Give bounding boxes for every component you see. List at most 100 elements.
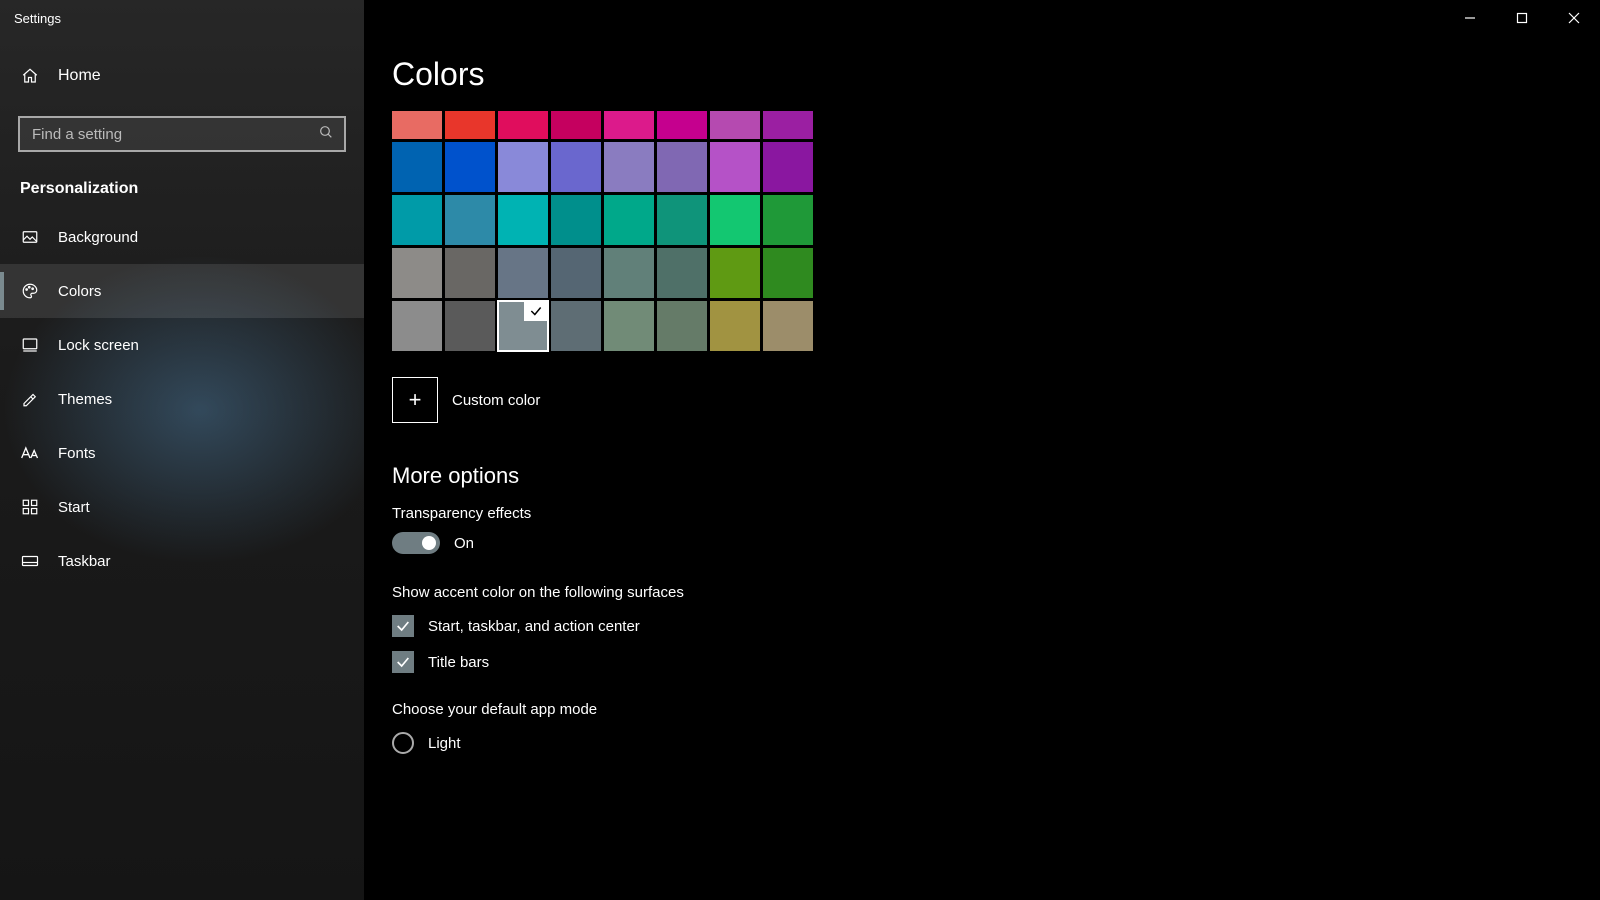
color-palette — [392, 111, 813, 351]
main-content: Colors + Custom color More options Trans… — [364, 0, 1600, 900]
color-swatch[interactable] — [445, 195, 495, 245]
sidebar-item-label: Colors — [58, 283, 101, 300]
sidebar-home-label: Home — [58, 67, 101, 85]
close-icon — [1568, 12, 1580, 24]
color-swatch[interactable] — [657, 142, 707, 192]
search-input[interactable] — [30, 125, 318, 144]
minimize-icon — [1464, 12, 1476, 24]
accent-surfaces-label: Show accent color on the following surfa… — [392, 584, 1600, 601]
color-swatch[interactable] — [445, 301, 495, 351]
custom-color-button[interactable]: + Custom color — [392, 377, 1600, 423]
color-swatch[interactable] — [710, 301, 760, 351]
color-swatch[interactable] — [604, 142, 654, 192]
color-swatch[interactable] — [445, 142, 495, 192]
color-swatch[interactable] — [498, 301, 548, 351]
colors-icon — [20, 282, 40, 300]
color-swatch[interactable] — [551, 195, 601, 245]
color-swatch[interactable] — [392, 195, 442, 245]
color-swatch[interactable] — [604, 111, 654, 139]
checkbox-label: Title bars — [428, 654, 489, 671]
toggle-knob — [422, 536, 436, 550]
color-swatch[interactable] — [551, 142, 601, 192]
sidebar-item-label: Background — [58, 229, 138, 246]
custom-color-label: Custom color — [452, 392, 540, 409]
color-swatch[interactable] — [392, 301, 442, 351]
color-swatch[interactable] — [498, 111, 548, 139]
page-title: Colors — [392, 56, 1600, 93]
transparency-toggle[interactable] — [392, 532, 440, 554]
color-swatch[interactable] — [551, 111, 601, 139]
radio-light[interactable] — [392, 732, 414, 754]
color-swatch[interactable] — [392, 248, 442, 298]
checkbox-row-start-taskbar-ac: Start, taskbar, and action center — [392, 615, 1600, 637]
color-swatch[interactable] — [657, 195, 707, 245]
sidebar-item-label: Taskbar — [58, 553, 111, 570]
color-swatch[interactable] — [498, 142, 548, 192]
minimize-button[interactable] — [1444, 0, 1496, 36]
sidebar-item-label: Themes — [58, 391, 112, 408]
maximize-icon — [1516, 12, 1528, 24]
color-swatch[interactable] — [657, 301, 707, 351]
color-swatch[interactable] — [604, 195, 654, 245]
sidebar-section-header: Personalization — [0, 152, 364, 210]
color-swatch[interactable] — [551, 248, 601, 298]
search-box[interactable] — [18, 116, 346, 152]
radio-row-light: Light — [392, 732, 1600, 754]
color-swatch[interactable] — [392, 111, 442, 139]
sidebar-item-label: Start — [58, 499, 90, 516]
maximize-button[interactable] — [1496, 0, 1548, 36]
checkbox-title-bars[interactable] — [392, 651, 414, 673]
color-swatch[interactable] — [763, 111, 813, 139]
checkbox-start-taskbar-ac[interactable] — [392, 615, 414, 637]
background-icon — [20, 228, 40, 246]
color-swatch[interactable] — [710, 142, 760, 192]
color-swatch[interactable] — [604, 301, 654, 351]
sidebar-item-themes[interactable]: Themes — [0, 372, 364, 426]
color-swatch[interactable] — [710, 111, 760, 139]
color-swatch[interactable] — [763, 195, 813, 245]
sidebar-item-background[interactable]: Background — [0, 210, 364, 264]
check-icon — [524, 301, 548, 321]
color-swatch[interactable] — [392, 142, 442, 192]
checkbox-label: Start, taskbar, and action center — [428, 618, 640, 635]
sidebar: Home Personalization Background Colors Loc… — [0, 0, 364, 900]
window-controls — [1444, 0, 1600, 36]
app-mode-label: Choose your default app mode — [392, 701, 1600, 718]
color-swatch[interactable] — [498, 248, 548, 298]
color-swatch[interactable] — [445, 111, 495, 139]
transparency-state: On — [454, 535, 474, 552]
plus-icon: + — [392, 377, 438, 423]
color-swatch[interactable] — [657, 248, 707, 298]
color-swatch[interactable] — [657, 111, 707, 139]
sidebar-item-taskbar[interactable]: Taskbar — [0, 534, 364, 588]
start-icon — [20, 498, 40, 516]
title-bar: Settings — [0, 0, 1600, 36]
color-swatch[interactable] — [498, 195, 548, 245]
sidebar-item-fonts[interactable]: Fonts — [0, 426, 364, 480]
sidebar-nav: Background Colors Lock screen Themes Fonts St… — [0, 210, 364, 588]
checkbox-row-title-bars: Title bars — [392, 651, 1600, 673]
taskbar-icon — [20, 554, 40, 568]
sidebar-home[interactable]: Home — [0, 50, 364, 102]
color-swatch[interactable] — [763, 248, 813, 298]
radio-label: Light — [428, 735, 461, 752]
sidebar-item-start[interactable]: Start — [0, 480, 364, 534]
color-swatch[interactable] — [551, 301, 601, 351]
home-icon — [20, 67, 40, 85]
sidebar-item-lockscreen[interactable]: Lock screen — [0, 318, 364, 372]
color-swatch[interactable] — [763, 301, 813, 351]
color-swatch[interactable] — [445, 248, 495, 298]
themes-icon — [20, 390, 40, 408]
window-title: Settings — [14, 11, 61, 26]
sidebar-item-label: Lock screen — [58, 337, 139, 354]
sidebar-item-label: Fonts — [58, 445, 96, 462]
transparency-label: Transparency effects — [392, 505, 1600, 522]
color-swatch[interactable] — [604, 248, 654, 298]
close-button[interactable] — [1548, 0, 1600, 36]
color-swatch[interactable] — [763, 142, 813, 192]
color-swatch[interactable] — [710, 195, 760, 245]
lockscreen-icon — [20, 336, 40, 354]
sidebar-item-colors[interactable]: Colors — [0, 264, 364, 318]
color-swatch[interactable] — [710, 248, 760, 298]
search-icon — [318, 124, 334, 145]
